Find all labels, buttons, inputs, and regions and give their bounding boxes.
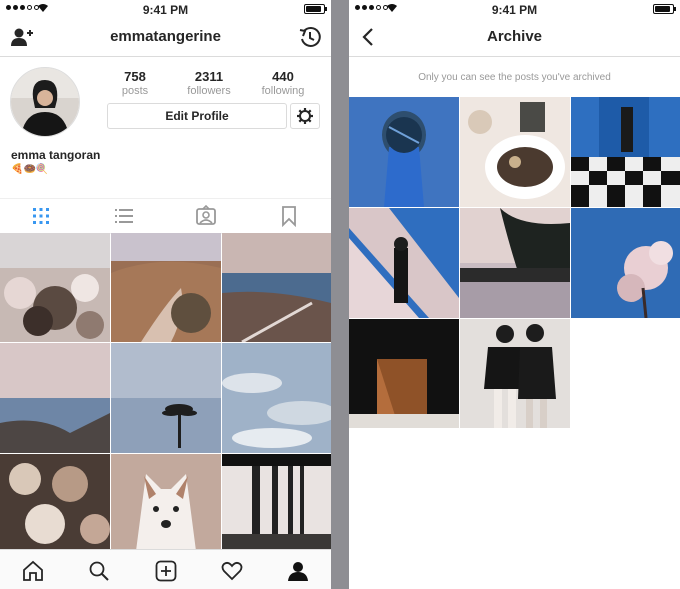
archive-clock-icon[interactable] bbox=[298, 26, 322, 48]
following-stat[interactable]: 440 following bbox=[253, 69, 313, 97]
profile-header: emmatangerine bbox=[0, 18, 331, 57]
empty-slot bbox=[571, 319, 680, 428]
add-icon[interactable] bbox=[155, 560, 177, 582]
followers-count: 2311 bbox=[194, 69, 224, 84]
archived-photo[interactable] bbox=[349, 319, 459, 428]
heart-icon[interactable] bbox=[221, 560, 243, 582]
photo-thumbnail[interactable] bbox=[222, 343, 331, 453]
search-icon[interactable] bbox=[88, 560, 110, 582]
grid-icon[interactable] bbox=[30, 205, 52, 227]
archived-photo[interactable] bbox=[460, 319, 570, 428]
archived-photo[interactable] bbox=[349, 97, 459, 207]
photo-thumbnail[interactable] bbox=[0, 454, 110, 551]
status-time: 9:41 PM bbox=[142, 3, 189, 17]
tagged-icon[interactable] bbox=[195, 205, 217, 227]
posts-count: 758 bbox=[124, 69, 146, 84]
photo-thumbnail[interactable] bbox=[111, 233, 221, 342]
posts-label: posts bbox=[121, 85, 149, 97]
photo-thumbnail[interactable] bbox=[111, 343, 221, 453]
profile-tabs bbox=[0, 198, 331, 234]
profile-icon[interactable] bbox=[287, 560, 309, 582]
edit-profile-button[interactable]: Edit Profile bbox=[107, 103, 287, 129]
archive-grid bbox=[349, 97, 680, 428]
archive-notice: Only you can see the posts you've archiv… bbox=[418, 72, 611, 83]
following-label: following bbox=[261, 85, 305, 97]
archived-photo[interactable] bbox=[571, 208, 680, 318]
screen-divider bbox=[331, 0, 349, 589]
home-icon[interactable] bbox=[22, 560, 44, 582]
battery-icon bbox=[304, 4, 327, 14]
photo-thumbnail[interactable] bbox=[222, 454, 331, 551]
settings-button[interactable] bbox=[290, 103, 320, 129]
archived-photo[interactable] bbox=[460, 208, 570, 318]
bottom-nav bbox=[0, 549, 331, 589]
posts-stat[interactable]: 758 posts bbox=[105, 69, 165, 97]
profile-screen: 9:41 PM emmatangerine 758 posts 2311 fol… bbox=[0, 0, 331, 589]
status-bar: 9:41 PM bbox=[0, 0, 331, 18]
list-icon[interactable] bbox=[113, 205, 135, 227]
archive-screen: 9:41 PM Archive Only you can see the pos… bbox=[349, 0, 680, 589]
archive-header: Archive bbox=[349, 18, 680, 57]
followers-label: followers bbox=[187, 85, 231, 97]
following-count: 440 bbox=[272, 69, 294, 84]
photo-thumbnail[interactable] bbox=[0, 233, 110, 342]
photo-thumbnail[interactable] bbox=[0, 343, 110, 453]
followers-stat[interactable]: 2311 followers bbox=[179, 69, 239, 97]
photo-grid bbox=[0, 233, 331, 551]
archived-photo[interactable] bbox=[349, 208, 459, 318]
profile-name: emma tangoran bbox=[11, 148, 101, 162]
photo-thumbnail[interactable] bbox=[111, 454, 221, 551]
saved-icon[interactable] bbox=[278, 205, 300, 227]
profile-bio: 🍕🍩🍭 bbox=[11, 164, 49, 175]
status-bar: 9:41 PM bbox=[349, 0, 680, 18]
battery-icon bbox=[653, 4, 676, 14]
archived-photo[interactable] bbox=[460, 97, 570, 207]
archived-photo[interactable] bbox=[571, 97, 680, 207]
avatar[interactable] bbox=[10, 67, 80, 137]
photo-thumbnail[interactable] bbox=[222, 233, 331, 342]
archive-title: Archive bbox=[486, 28, 543, 45]
profile-username: emmatangerine bbox=[110, 28, 221, 45]
gear-icon bbox=[297, 108, 313, 124]
status-time: 9:41 PM bbox=[491, 3, 538, 17]
